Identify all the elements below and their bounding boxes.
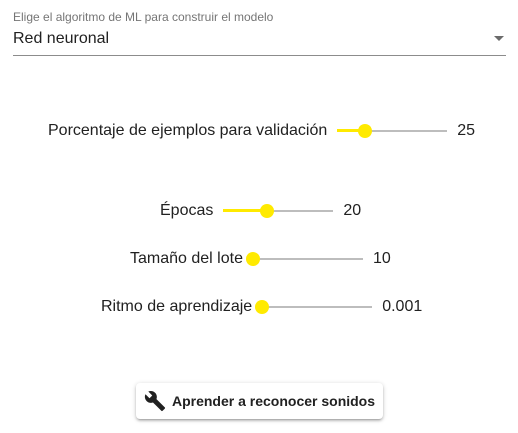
model-algorithm-value: Red neuronal [13, 30, 110, 47]
epochs-slider[interactable] [223, 199, 334, 223]
learning-rate-label: Ritmo de aprendizaje [101, 298, 253, 315]
validation-percent-row: Porcentaje de ejemplos para validación 2… [48, 119, 475, 143]
slider-track [252, 258, 363, 260]
slider-thumb[interactable] [357, 124, 372, 138]
epochs-value: 20 [343, 202, 362, 219]
batch-size-slider[interactable] [245, 247, 363, 271]
model-algorithm-label: Elige el algoritmo de ML para construir … [13, 10, 274, 24]
slider-track [262, 306, 373, 308]
wrench-icon [144, 390, 166, 412]
train-model-button[interactable]: Aprender a reconocer sonidos [136, 383, 383, 419]
batch-size-value: 10 [372, 250, 391, 267]
validation-percent-label: Porcentaje de ejemplos para validación [48, 122, 328, 139]
batch-size-label: Tamaño del lote [130, 250, 243, 267]
train-model-button-label: Aprender a reconocer sonidos [171, 393, 376, 409]
dropdown-arrow-icon[interactable] [494, 36, 504, 41]
batch-size-row: Tamaño del lote 10 [130, 247, 391, 271]
learning-rate-value: 0.001 [382, 298, 423, 315]
validation-percent-slider[interactable] [337, 119, 448, 143]
epochs-row: Épocas 20 [160, 199, 361, 223]
slider-thumb[interactable] [255, 300, 270, 314]
validation-percent-value: 25 [457, 122, 476, 139]
slider-thumb[interactable] [260, 204, 275, 218]
model-algorithm-select[interactable]: Elige el algoritmo de ML para construir … [13, 8, 506, 56]
epochs-label: Épocas [160, 202, 214, 219]
learning-rate-row: Ritmo de aprendizaje 0.001 [101, 295, 422, 319]
learning-rate-slider[interactable] [255, 295, 373, 319]
slider-thumb[interactable] [245, 252, 260, 266]
